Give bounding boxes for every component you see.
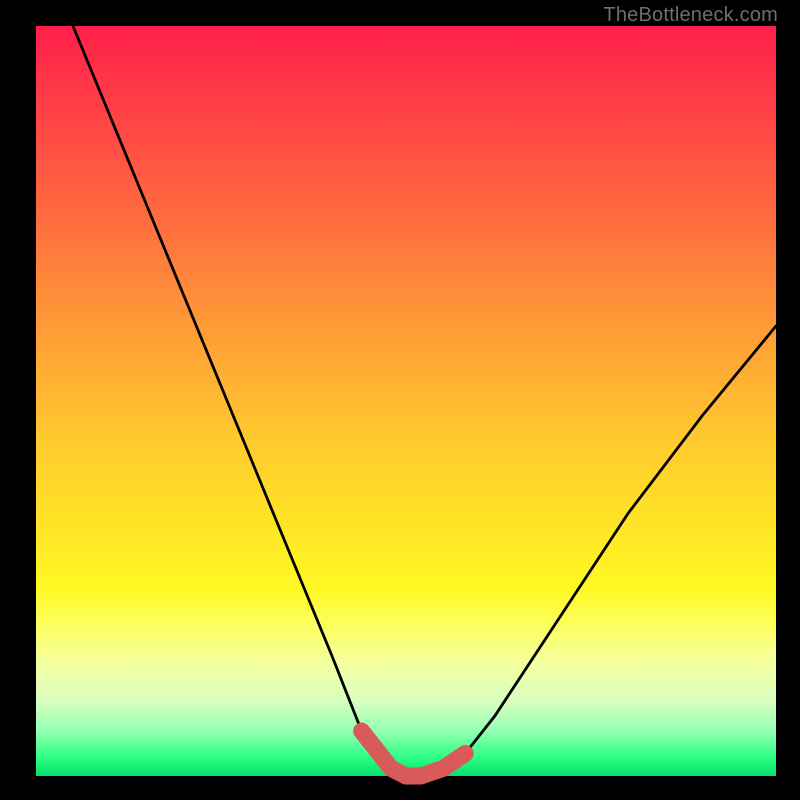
- bottleneck-curve: [73, 26, 776, 776]
- plot-area: [36, 26, 776, 776]
- optimal-range-highlight: [362, 731, 466, 776]
- chart-frame: TheBottleneck.com: [0, 0, 800, 800]
- chart-svg: [36, 26, 776, 776]
- watermark-text: TheBottleneck.com: [603, 4, 778, 27]
